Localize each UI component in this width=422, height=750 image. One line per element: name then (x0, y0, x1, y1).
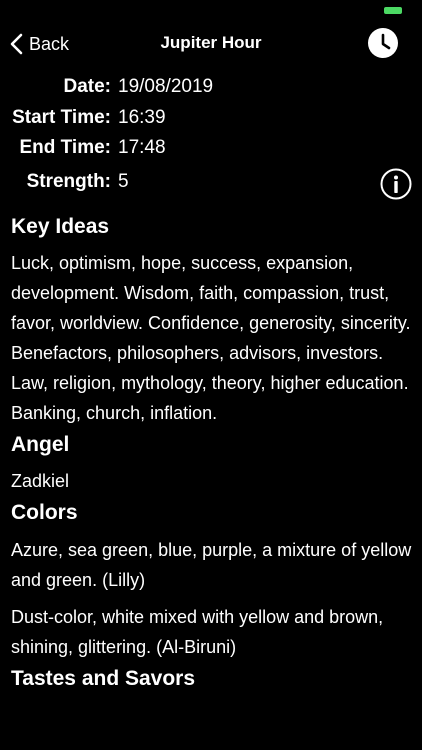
tastes-heading: Tastes and Savors (11, 667, 196, 690)
end-time-label: End Time: (19, 137, 112, 158)
status-bar (0, 0, 422, 20)
info-icon (380, 168, 412, 200)
angel-heading: Angel (11, 433, 70, 456)
end-time-value: 17:48 (118, 137, 166, 158)
date-value: 19/08/2019 (118, 76, 214, 97)
angel-text: Zadkiel (11, 471, 70, 491)
colors-heading: Colors (11, 501, 78, 524)
strength-value: 5 (118, 171, 129, 192)
date-label: Date: (63, 76, 111, 97)
colors-text-al-biruni: Dust-color, white mixed with yellow and … (11, 607, 384, 657)
key-ideas-text: Luck, optimism, hope, success, expansion… (11, 253, 411, 423)
page-title: Jupiter Hour (160, 33, 262, 52)
info-button[interactable] (380, 168, 412, 200)
battery-icon (384, 7, 402, 14)
strength-label: Strength: (26, 171, 111, 192)
colors-text-lilly: Azure, sea green, blue, purple, a mixtur… (11, 540, 412, 590)
hour-details: Key Ideas Luck, optimism, hope, success,… (11, 212, 415, 694)
clock-button[interactable] (367, 27, 399, 59)
strength-row: Strength: 5 (0, 171, 422, 199)
clock-icon (368, 28, 398, 58)
start-time-label: Start Time: (12, 107, 111, 128)
date-row: Date: 19/08/2019 (0, 76, 422, 104)
end-time-row: End Time: 17:48 (0, 137, 422, 165)
navigation-bar: Back Jupiter Hour (0, 22, 422, 66)
start-time-row: Start Time: 16:39 (0, 107, 422, 135)
start-time-value: 16:39 (118, 107, 166, 128)
key-ideas-heading: Key Ideas (11, 215, 110, 238)
